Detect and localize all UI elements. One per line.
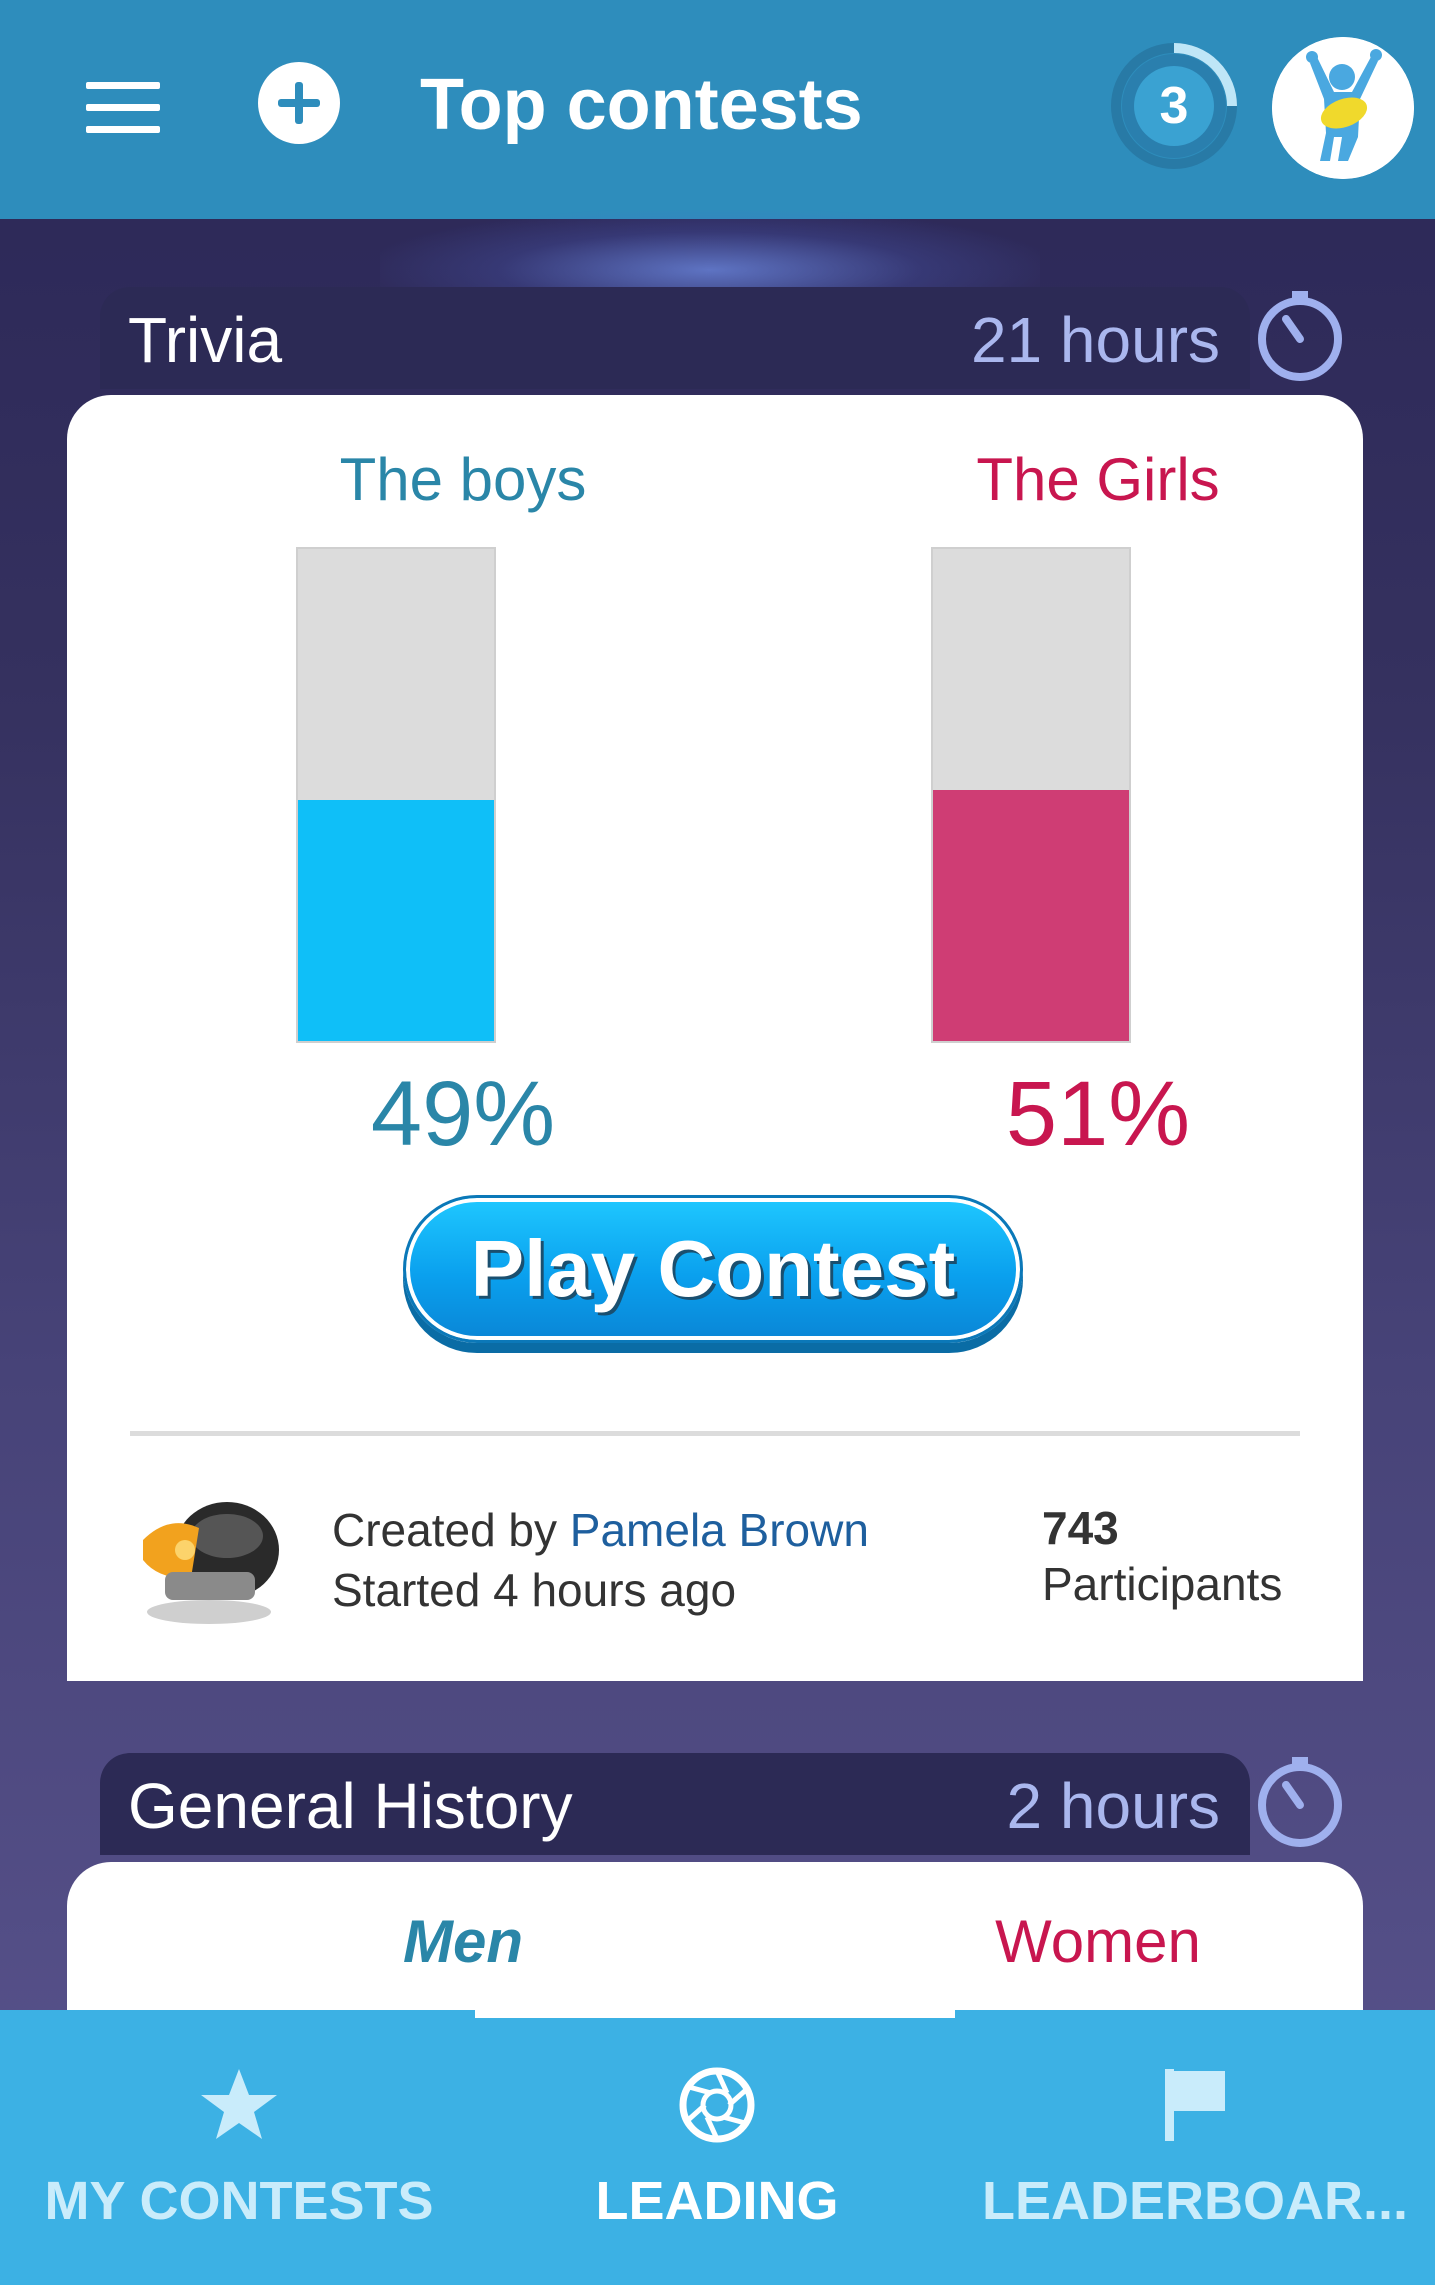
nav-leaderboard[interactable]: LEADERBOAR...	[956, 2010, 1434, 2285]
contest-time-left: 2 hours	[1006, 1770, 1220, 1842]
contest-name: General History	[128, 1770, 573, 1842]
team-a-score-bar	[296, 547, 496, 1043]
contest-header-trivia[interactable]: Trivia 21 hours	[100, 287, 1250, 389]
nav-label: LEADERBOAR...	[981, 2171, 1408, 2231]
nav-leading[interactable]: LEADING	[478, 2010, 956, 2285]
participants-info: 743 Participants	[1042, 1500, 1282, 1612]
nav-label: LEADING	[595, 2171, 839, 2231]
play-contest-button[interactable]: Play Contest	[403, 1195, 1023, 1343]
camera-shutter-icon	[679, 2067, 755, 2143]
stopwatch-icon	[1258, 291, 1342, 381]
page-title: Top contests	[420, 65, 863, 145]
star-icon	[201, 2069, 277, 2139]
level-progress-indicator[interactable]: 3	[1108, 40, 1240, 172]
nav-label: MY CONTESTS	[44, 2171, 434, 2231]
divider	[130, 1431, 1300, 1436]
created-by-prefix: Created by	[332, 1504, 570, 1556]
app-bar: Top contests 3	[0, 0, 1435, 219]
participants-count: 743	[1042, 1502, 1119, 1554]
team-b-label: The Girls	[976, 446, 1220, 513]
avatar-figure-icon	[1272, 37, 1414, 179]
hamburger-menu-icon[interactable]	[86, 82, 160, 134]
team-a-percent: 49%	[370, 1063, 556, 1165]
creator-avatar[interactable]	[129, 1480, 289, 1630]
team-b-score-fill	[933, 790, 1129, 1041]
level-number: 3	[1159, 77, 1189, 135]
nav-my-contests[interactable]: MY CONTESTS	[0, 2010, 478, 2285]
flag-icon	[1165, 2069, 1225, 2141]
contest-name: Trivia	[128, 304, 283, 376]
plus-circle-icon[interactable]	[258, 62, 340, 144]
team-b-score-bar	[931, 547, 1131, 1043]
user-avatar[interactable]	[1272, 37, 1414, 179]
contest-time-left: 21 hours	[970, 304, 1220, 376]
team-b-percent: 51%	[1005, 1063, 1191, 1165]
started-time: Started 4 hours ago	[332, 1564, 737, 1616]
creator-name-link[interactable]: Pamela Brown	[570, 1504, 869, 1556]
contest-card-trivia: The boys The Girls 49% 51% Play Contest …	[67, 395, 1363, 1681]
stopwatch-icon	[1258, 1757, 1342, 1847]
creator-info: Created by Pamela Brown Started 4 hours …	[332, 1500, 869, 1620]
creator-avatar-icon	[143, 1502, 279, 1624]
active-tab-indicator	[475, 2010, 955, 2018]
team-b-label: Women	[995, 1908, 1201, 1975]
team-a-label: Men	[403, 1908, 523, 1975]
contest-header-general-history[interactable]: General History 2 hours	[100, 1753, 1250, 1855]
participants-label: Participants	[1042, 1558, 1283, 1610]
team-a-label: The boys	[339, 446, 587, 513]
bottom-navigation: MY CONTESTS LEADING LEADERBOAR...	[0, 2010, 1435, 2285]
created-by-line: Created by Pamela Brown	[332, 1500, 869, 1560]
team-a-score-fill	[298, 799, 494, 1041]
